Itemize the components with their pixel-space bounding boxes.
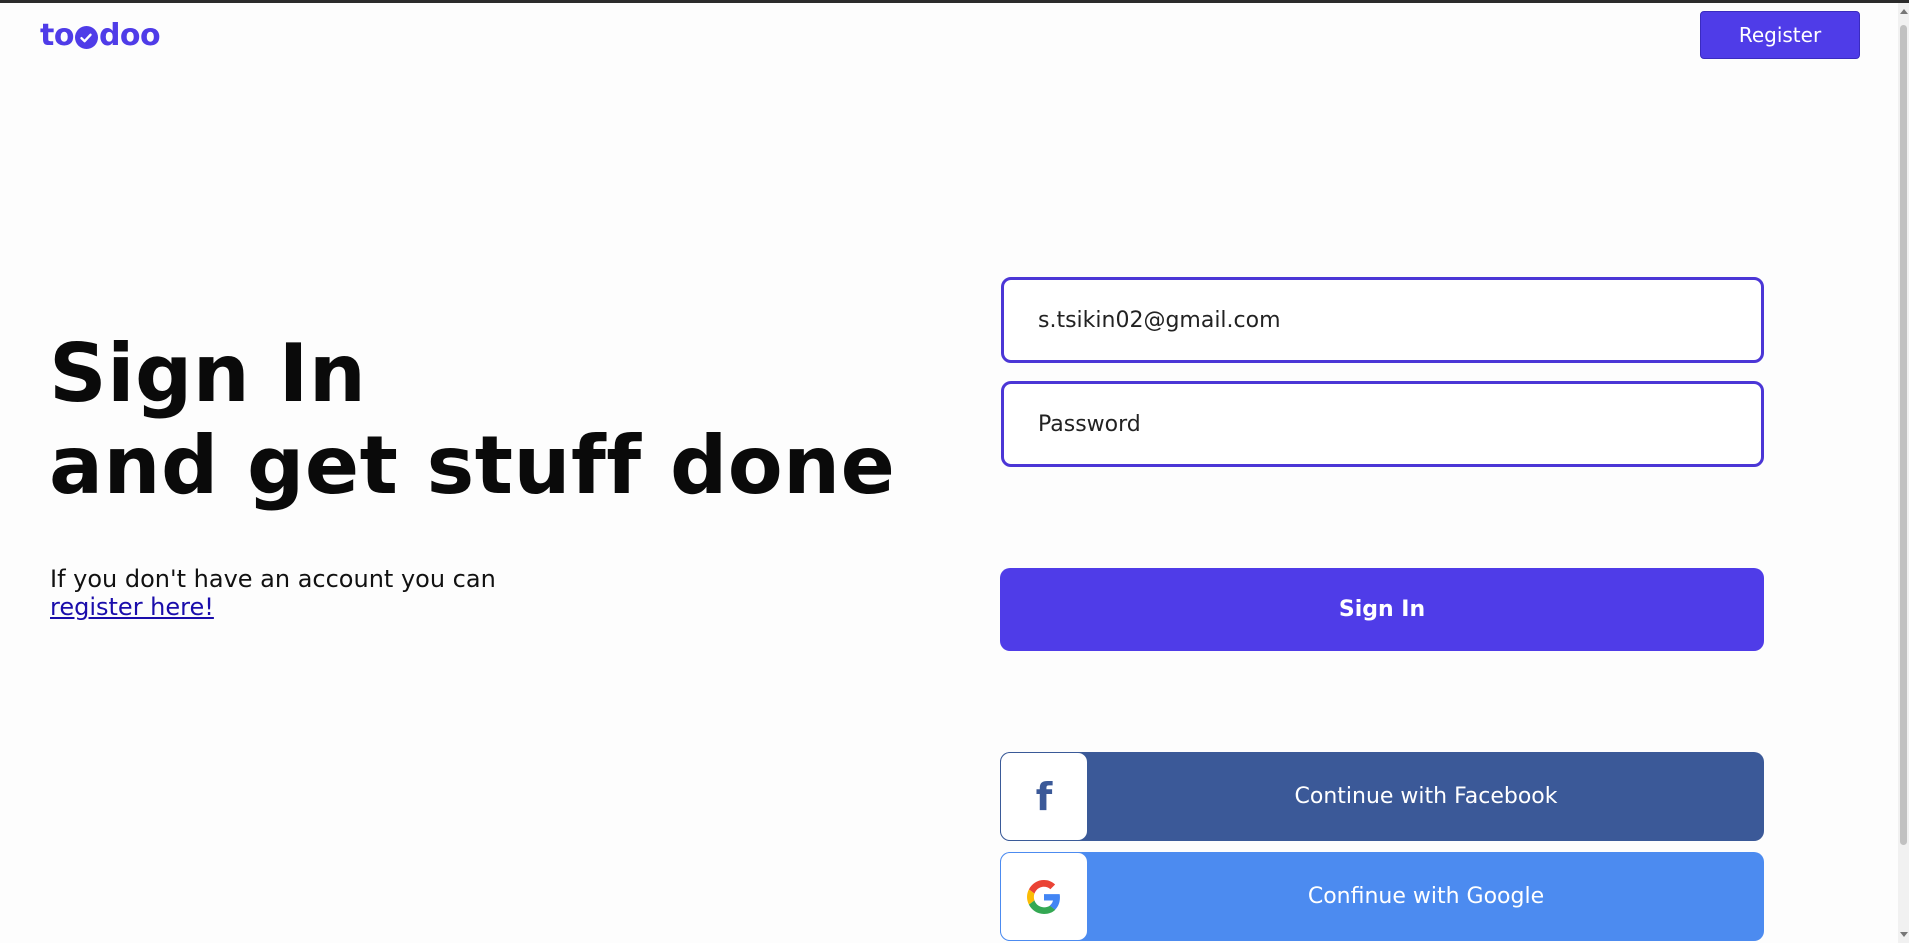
logo-suffix: doo: [98, 18, 161, 53]
logo-prefix: to: [40, 18, 74, 53]
check-icon: [74, 26, 98, 49]
email-field[interactable]: [1001, 277, 1764, 363]
facebook-icon: f: [1000, 752, 1088, 841]
register-hint: If you don't have an account you can reg…: [50, 565, 496, 621]
vertical-scrollbar[interactable]: [1898, 3, 1909, 943]
facebook-login-label: Continue with Facebook: [1294, 784, 1558, 809]
scroll-down-icon[interactable]: [1900, 932, 1908, 937]
register-button[interactable]: Register: [1700, 11, 1860, 59]
app-logo[interactable]: to doo: [40, 18, 161, 53]
sign-in-button[interactable]: Sign In: [1000, 568, 1764, 651]
password-field[interactable]: [1001, 381, 1764, 467]
page-title-line2: and get stuff done: [49, 419, 896, 512]
google-icon: [1000, 852, 1088, 941]
google-login-button[interactable]: Confinue with Google: [1000, 852, 1764, 941]
register-link[interactable]: register here!: [50, 593, 496, 621]
google-login-label: Confinue with Google: [1307, 884, 1545, 909]
page-title-line1: Sign In: [49, 327, 367, 420]
scroll-up-icon[interactable]: [1900, 9, 1908, 14]
top-border: [0, 0, 1909, 3]
facebook-login-button[interactable]: f Continue with Facebook: [1000, 752, 1764, 841]
page-title: Sign In and get stuff done: [49, 328, 895, 512]
scrollbar-thumb[interactable]: [1900, 25, 1907, 845]
register-hint-text: If you don't have an account you can: [50, 565, 496, 593]
